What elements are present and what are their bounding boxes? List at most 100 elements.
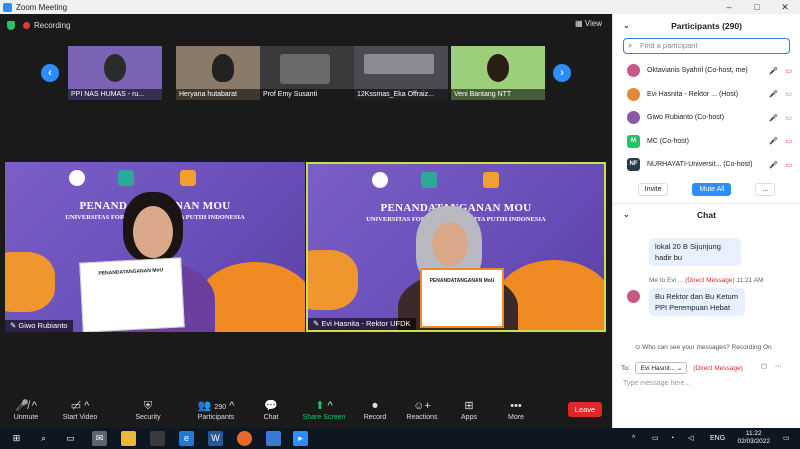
unmute-button[interactable]: 🎤̸ ^ Unmute [2, 398, 50, 421]
participants-count: 290 [214, 404, 227, 411]
security-button[interactable]: ⛨ Security [124, 398, 172, 421]
participants-icon: 👥 290 ^ [197, 400, 235, 412]
apps-button[interactable]: ⊞ Apps [445, 398, 493, 421]
mic-muted-icon: 🎤 [769, 161, 778, 169]
meeting-stage: Recording ▦ View ‹ PPI NAS HUMAS - ru...… [0, 14, 612, 394]
banner-shape [5, 252, 55, 312]
participant-row[interactable]: M MC (Co-host) 🎤 ▭ [613, 130, 800, 154]
collapse-chevron-icon[interactable]: ⌄ [623, 14, 630, 38]
firefox-icon[interactable] [237, 431, 252, 446]
participant-row[interactable]: Evi Hasnita - Rektor ... (Host) 🎤 ▭ [613, 83, 800, 107]
view-button[interactable]: ▦ View [575, 19, 602, 28]
file-explorer-icon[interactable] [121, 431, 136, 446]
search-icon[interactable]: ⌕ [36, 431, 51, 446]
share-screen-icon: ⬆ ^ [315, 400, 333, 412]
chat-message-input[interactable]: Type message here... [623, 380, 690, 387]
minimize-button[interactable]: – [715, 0, 743, 14]
mail-icon[interactable]: ✉ [92, 431, 107, 446]
video-name-label: ✎ Evi Hasnita - Rektor UFDK [308, 318, 416, 330]
network-icon[interactable]: ▭ [652, 428, 659, 449]
document-title: PENANDATANGANAN MoU [429, 278, 495, 284]
close-button[interactable]: ✕ [771, 0, 799, 14]
find-participant-input[interactable]: ⌕ Find a participant [623, 38, 790, 54]
signed-document: PENANDATANGANAN MoU [79, 257, 185, 332]
participant-row[interactable]: Giwo Rubianto (Co-host) 🎤 ▭ [613, 106, 800, 130]
participant-row[interactable]: Oktavianis Syahril (Co-host, me) 🎤 ▭ [613, 59, 800, 83]
windows-start-icon[interactable]: ⊞ [9, 431, 24, 446]
video-off-icon: ▭ [785, 161, 792, 169]
store-icon[interactable] [150, 431, 165, 446]
record-button[interactable]: ⏺ Record [351, 398, 399, 421]
avatar [627, 64, 640, 78]
left-speaker-name: Giwo Rubianto [18, 321, 68, 330]
app-icon[interactable] [266, 431, 281, 446]
apps-label: Apps [461, 414, 477, 421]
video-tile-left[interactable]: PENANDATANGANAN MOU UNIVERSITAS FORT DE … [5, 162, 305, 332]
participants-header: ⌄ Participants (290) [613, 14, 800, 38]
edge-icon[interactable]: e [179, 431, 194, 446]
task-view-icon[interactable]: ▭ [63, 431, 78, 446]
security-shield-icon[interactable] [7, 20, 15, 30]
mute-all-button[interactable]: Mute All [692, 183, 732, 196]
participants-button[interactable]: 👥 290 ^ Participants [186, 398, 246, 421]
strip-tile[interactable]: Veni Bantang NTT [451, 46, 545, 100]
recipient-dm-label: (Direct Message) [693, 365, 743, 372]
chat-header: ⌄ Chat [613, 202, 800, 226]
strip-tile[interactable]: PPI NAS HUMAS - ru... [68, 46, 162, 100]
video-tile-right-active[interactable]: PENANDATANGANAN MOU UNIVERSITAS FORT DE … [306, 162, 606, 332]
chat-label: Chat [263, 414, 279, 421]
strip-tile[interactable]: Prof Emy Susanti [260, 46, 354, 100]
banner-shape [308, 250, 358, 310]
participant-name: Giwo Rubianto (Co-host) [647, 114, 725, 122]
ribbon-logo-icon [421, 172, 437, 188]
more-dots-icon: ••• [510, 400, 522, 412]
university-logo-icon [180, 170, 196, 186]
notification-icon[interactable]: ▭ [783, 428, 790, 449]
participant-name: MC (Co-host) [647, 137, 690, 145]
sender-avatar [627, 290, 640, 303]
video-off-icon: ▭ [785, 138, 792, 146]
avatar: NF [627, 158, 640, 172]
participant-name: Evi Hasnita - Rektor ... (Host) [647, 90, 739, 98]
strip-next-button[interactable]: › [553, 64, 571, 82]
more-options-button[interactable]: ... [755, 183, 776, 196]
clock-date: 02/03/2022 [737, 438, 770, 445]
word-icon[interactable]: W [208, 431, 223, 446]
reactions-button[interactable]: ☺+ Reactions [398, 398, 446, 421]
zoom-logo-icon [3, 2, 12, 12]
more-button[interactable]: ••• More [492, 398, 540, 421]
file-icon[interactable]: ▢ [761, 362, 767, 370]
avatar [627, 111, 640, 125]
volume-icon[interactable]: ◁ [688, 428, 693, 449]
invite-button[interactable]: Invite [637, 183, 669, 196]
participant-row[interactable]: NF NURHAYATI-Universit... (Co-host) 🎤 ▭ [613, 153, 800, 177]
strip-tile-name: 12Kssmas_Eka Offraiz... [354, 89, 448, 100]
windows-taskbar: ⊞ ⌕ ▭ ✉ e W ▸ ^ ▭ ◔ ◁ ENG 11:22 02/03/20… [0, 428, 800, 449]
leave-button[interactable]: Leave [568, 402, 602, 417]
more-dots-icon[interactable]: ⋯ [775, 362, 782, 370]
maximize-button[interactable]: □ [743, 0, 771, 14]
window-titlebar: Zoom Meeting – □ ✕ [0, 0, 800, 14]
chat-bubble-icon: 💬 [264, 400, 278, 412]
tray-chevron-icon[interactable]: ^ [632, 428, 635, 449]
start-video-button[interactable]: ▭̸ ^ Start Video [56, 398, 104, 421]
zoom-taskbar-icon[interactable]: ▸ [293, 431, 308, 446]
strip-prev-button[interactable]: ‹ [41, 64, 59, 82]
recipient-select[interactable]: Evi Hasnit... ⌄ [635, 362, 688, 374]
meta-from: Me to Evi ... [649, 277, 684, 284]
language-indicator[interactable]: ENG [710, 428, 725, 449]
participant-video [487, 54, 509, 82]
who-can-see-link[interactable]: ⊙ Who can see your messages? Recording O… [635, 343, 772, 351]
wifi-icon[interactable]: ◔ [670, 428, 674, 449]
search-icon: ⌕ [628, 41, 633, 50]
participants-label: Participants [197, 414, 235, 421]
strip-tile[interactable]: 12Kssmas_Eka Offraiz... [354, 46, 448, 100]
taskbar-clock[interactable]: 11:22 02/03/2022 [737, 430, 770, 446]
share-screen-button[interactable]: ⬆ ^ Share Screen [298, 398, 350, 421]
meeting-topbar: Recording ▦ View [0, 14, 612, 36]
chat-message-prev: lokal 20 B Sijunjung hadir bu [649, 238, 741, 266]
collapse-chevron-icon[interactable]: ⌄ [623, 204, 630, 226]
strip-tile[interactable]: Heryana hutabarat [176, 46, 270, 100]
view-label: View [584, 19, 602, 28]
chat-button[interactable]: 💬 Chat [247, 398, 295, 421]
